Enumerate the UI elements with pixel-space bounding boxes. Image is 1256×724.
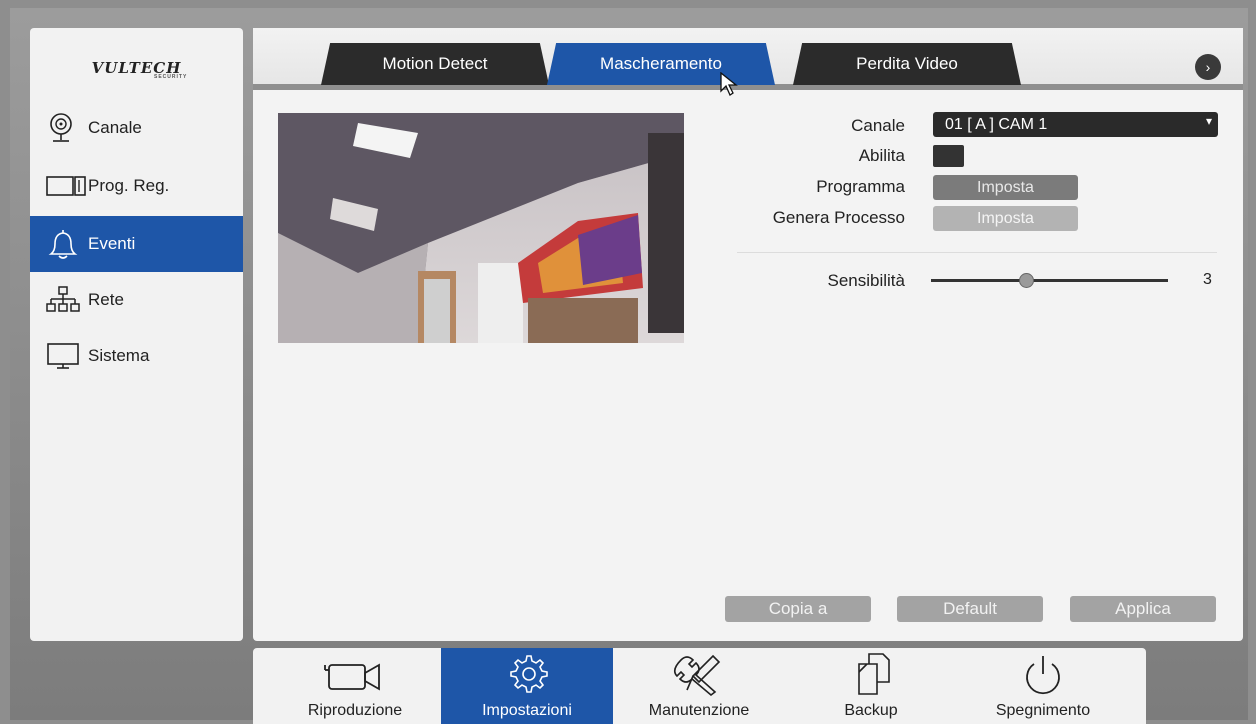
main-panel: Motion Detect Mascheramento Perdita Vide… bbox=[253, 28, 1243, 641]
chevron-right-icon: › bbox=[1205, 59, 1211, 75]
dock-item-backup[interactable]: Backup bbox=[785, 648, 957, 724]
copia-a-button[interactable]: Copia a bbox=[725, 596, 871, 622]
sensibilita-slider[interactable] bbox=[931, 273, 1168, 288]
sidebar-item-sistema[interactable]: Sistema bbox=[30, 328, 243, 384]
sidebar-item-label: Prog. Reg. bbox=[88, 176, 170, 195]
logo-subtext: SECURITY bbox=[154, 74, 188, 80]
camera-icon bbox=[324, 663, 380, 691]
dock-item-label: Riproduzione bbox=[307, 702, 403, 719]
sidebar-item-label: Rete bbox=[88, 290, 124, 309]
bottom-dock: Riproduzione Impostazioni Manutenzione B… bbox=[253, 648, 1146, 724]
dock-item-label: Spegnimento bbox=[995, 702, 1091, 719]
webcam-icon bbox=[46, 112, 88, 144]
sidebar: VULTECH SECURITY Canale Prog. Reg. Event… bbox=[30, 28, 243, 641]
monitor-icon bbox=[46, 340, 88, 372]
genera-processo-imposta-button[interactable]: Imposta bbox=[933, 206, 1078, 231]
dock-item-label: Impostazioni bbox=[482, 702, 572, 719]
canale-value: 01 [ A ] CAM 1 bbox=[945, 115, 1048, 133]
abilita-checkbox[interactable] bbox=[933, 145, 964, 167]
camera-preview[interactable] bbox=[278, 113, 684, 343]
sidebar-item-label: Eventi bbox=[88, 234, 136, 253]
gear-icon bbox=[510, 655, 548, 693]
sidebar-item-label: Canale bbox=[88, 118, 142, 137]
tab-bar: Motion Detect Mascheramento Perdita Vide… bbox=[253, 28, 1243, 90]
divider bbox=[737, 252, 1217, 253]
sidebar-item-eventi[interactable]: Eventi bbox=[30, 216, 243, 272]
camera-image bbox=[278, 113, 684, 343]
chevron-down-icon: ▾ bbox=[1205, 114, 1212, 128]
default-button[interactable]: Default bbox=[897, 596, 1043, 622]
sidebar-item-label: Sistema bbox=[88, 346, 150, 365]
programma-label: Programma bbox=[816, 177, 905, 196]
sidebar-item-prog-reg[interactable]: Prog. Reg. bbox=[30, 158, 243, 214]
network-icon bbox=[46, 284, 88, 316]
programma-imposta-button[interactable]: Imposta bbox=[933, 175, 1078, 200]
power-icon bbox=[1026, 656, 1060, 695]
brand-logo: VULTECH SECURITY bbox=[30, 28, 243, 108]
copy-icon bbox=[858, 653, 890, 695]
tab-perdita-video[interactable]: Perdita Video bbox=[793, 43, 1021, 85]
dock-item-label: Manutenzione bbox=[648, 702, 750, 719]
mouse-cursor-icon bbox=[720, 71, 738, 101]
dock-item-riproduzione[interactable]: Riproduzione bbox=[269, 648, 441, 724]
sensibilita-value: 3 bbox=[1203, 271, 1212, 288]
bell-icon bbox=[46, 228, 88, 260]
canale-label: Canale bbox=[851, 116, 905, 135]
hdd-icon bbox=[46, 170, 88, 202]
dock-item-label: Backup bbox=[844, 702, 898, 719]
canale-select[interactable]: 01 [ A ] CAM 1 ▾ bbox=[933, 112, 1218, 137]
sensibilita-label: Sensibilità bbox=[827, 271, 906, 290]
dock-item-manutenzione[interactable]: Manutenzione bbox=[613, 648, 785, 724]
sidebar-item-canale[interactable]: Canale bbox=[30, 100, 243, 156]
tab-mascheramento[interactable]: Mascheramento bbox=[547, 43, 775, 85]
slider-handle[interactable] bbox=[1018, 273, 1034, 288]
tab-motion-detect[interactable]: Motion Detect bbox=[321, 43, 549, 85]
dock-item-impostazioni[interactable]: Impostazioni bbox=[441, 648, 613, 724]
dock-item-spegnimento[interactable]: Spegnimento bbox=[957, 648, 1129, 724]
sidebar-item-rete[interactable]: Rete bbox=[30, 272, 243, 328]
tools-icon bbox=[673, 654, 721, 696]
applica-button[interactable]: Applica bbox=[1070, 596, 1216, 622]
next-tab-button[interactable]: › bbox=[1195, 54, 1221, 80]
abilita-label: Abilita bbox=[858, 146, 905, 165]
genera-processo-label: Genera Processo bbox=[772, 208, 905, 227]
